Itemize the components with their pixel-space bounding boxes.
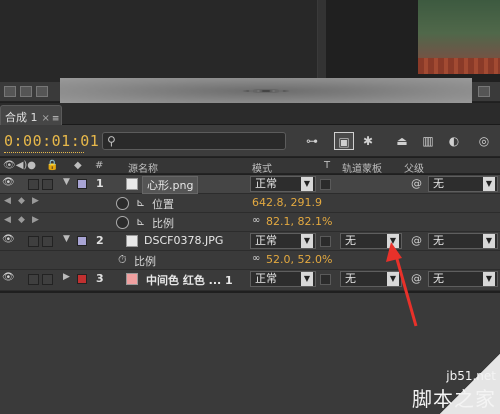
watermark-site: jb51.net	[446, 369, 496, 383]
arrow-head	[386, 242, 402, 262]
arrow-shaft	[393, 251, 418, 327]
annotation-arrow	[386, 242, 418, 327]
watermark: jb51.net 脚本之家	[412, 369, 496, 412]
watermark-name: 脚本之家	[412, 387, 496, 411]
